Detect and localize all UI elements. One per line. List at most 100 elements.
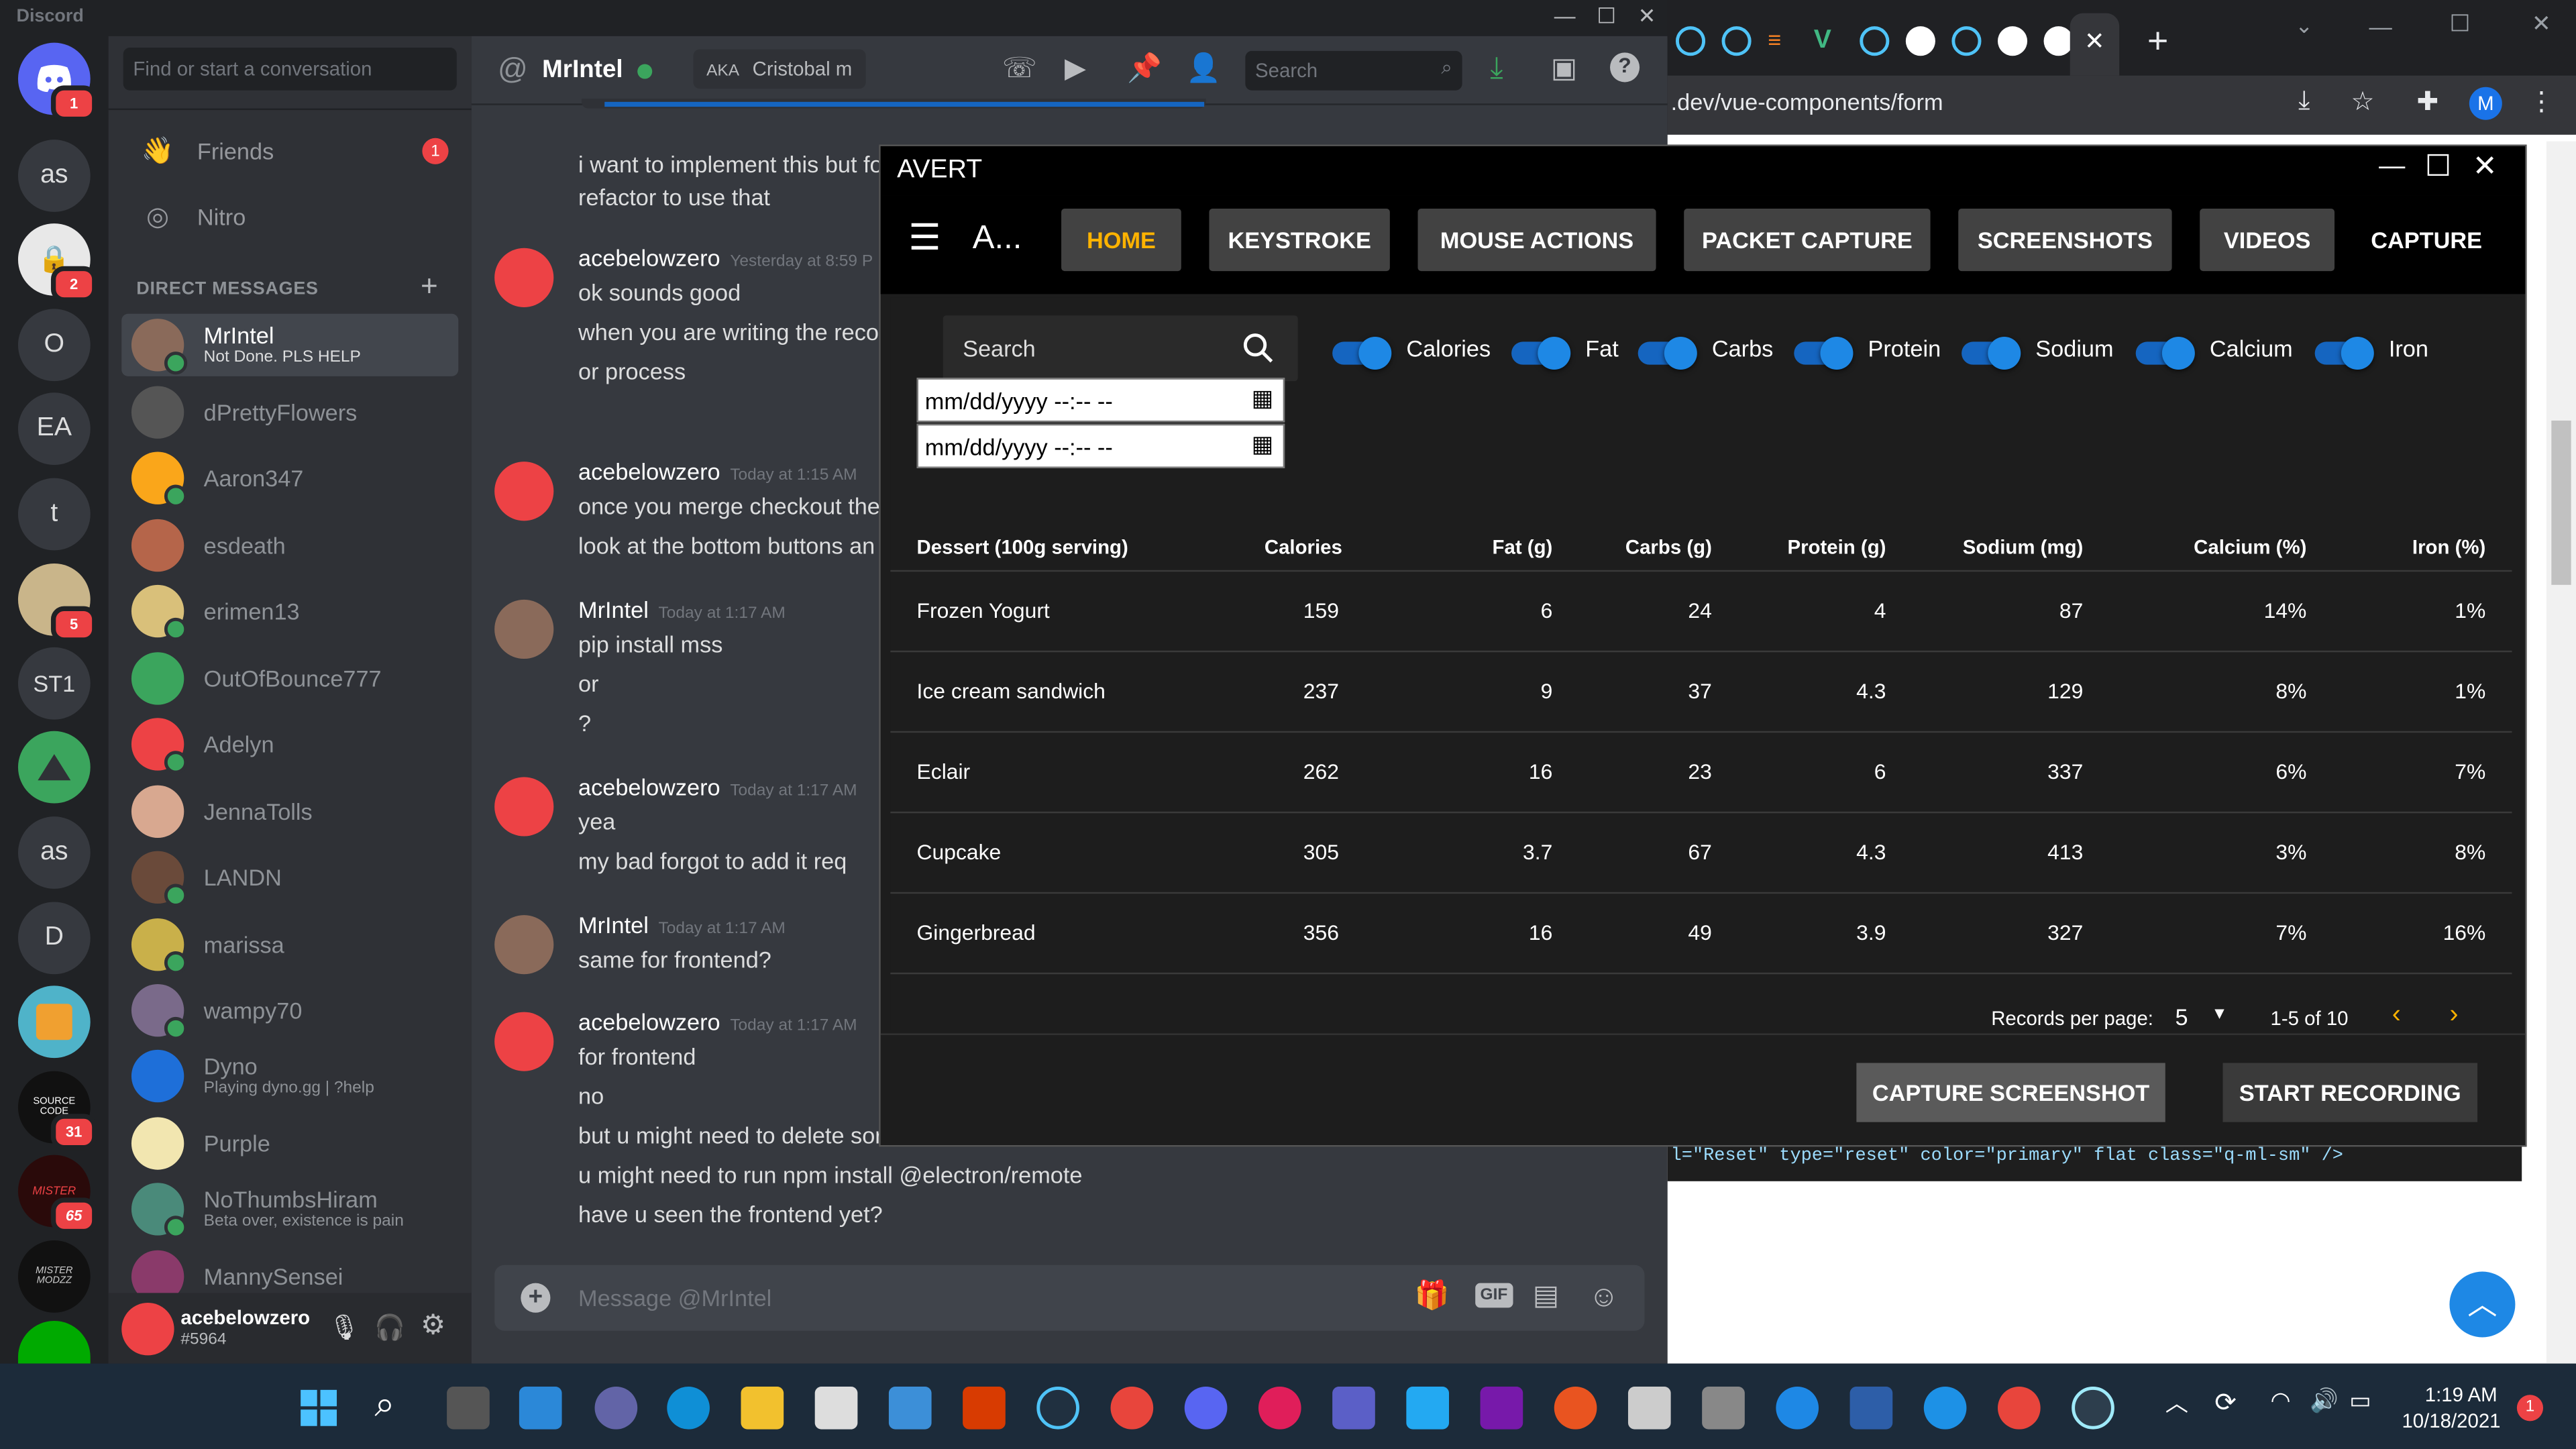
tab-videos[interactable]: VIDEOS (2200, 209, 2335, 272)
maximize-icon[interactable]: ☐ (1597, 3, 1616, 30)
volume-icon[interactable]: 🔊 (2310, 1387, 2339, 1415)
server-icon[interactable]: 🔒 2 (17, 223, 97, 303)
message-input[interactable]: + Message @MrIntel 🎁 GIF ▤ ☺ (494, 1265, 1645, 1331)
column-header[interactable]: Calcium (%) (2126, 535, 2306, 558)
wifi-icon[interactable]: ◠ (2271, 1387, 2291, 1415)
server-icon[interactable]: EA (17, 392, 91, 466)
friends-nav[interactable]: 👋 Friends 1 (121, 121, 458, 180)
office-icon[interactable] (963, 1386, 1006, 1430)
table-row[interactable]: Cupcake 305 3.7 67 4.3 413 3% 8% (890, 811, 2512, 892)
close-icon[interactable]: ✕ (2532, 10, 2551, 38)
slack-icon[interactable] (1258, 1386, 1301, 1430)
table-row[interactable]: Ice cream sandwich 237 9 37 4.3 129 8% 1… (890, 650, 2512, 731)
column-header[interactable]: Fat (g) (1433, 535, 1553, 558)
minimize-icon[interactable]: — (2379, 153, 2405, 182)
column-header[interactable]: Calories (1219, 535, 1342, 558)
tab-icons[interactable]: ≡ V (1675, 26, 2086, 59)
task-view-icon[interactable] (447, 1386, 490, 1430)
scrollbar[interactable] (2546, 141, 2576, 1364)
dm-item[interactable]: MrIntel Not Done. PLS HELP (121, 313, 459, 376)
column-header[interactable]: Protein (g) (1745, 535, 1886, 558)
extensions-icon[interactable]: ✚ (2416, 85, 2438, 118)
tab-packet-capture[interactable]: PACKET CAPTURE (1684, 209, 1931, 272)
server-icon[interactable]: as (17, 816, 91, 889)
avatar[interactable] (494, 777, 554, 837)
toggle-calcium[interactable] (2135, 337, 2195, 370)
add-attachment-icon[interactable]: + (521, 1283, 551, 1313)
server-icon[interactable]: as (17, 140, 91, 212)
add-dm-icon[interactable]: + (421, 270, 438, 304)
teams-icon[interactable] (1332, 1386, 1375, 1430)
message-author[interactable]: MrIntel (578, 912, 649, 938)
server-icon[interactable] (17, 985, 91, 1059)
headphones-icon[interactable]: 🎧 (374, 1313, 405, 1342)
pin-icon[interactable]: 📌 (1127, 52, 1162, 85)
dm-item[interactable]: Purple (121, 1112, 458, 1175)
menu-icon[interactable]: ⋮ (2528, 85, 2555, 118)
dm-item[interactable]: erimen13 (121, 580, 458, 642)
inbox-icon[interactable]: ▣ (1551, 52, 1577, 85)
nitro-nav[interactable]: ◎ Nitro (121, 187, 458, 246)
maps-icon[interactable] (1776, 1386, 1819, 1430)
close-tab-icon[interactable]: ✕ (2070, 13, 2120, 76)
dm-item[interactable]: esdeath (121, 515, 458, 577)
dm-item[interactable]: NoThumbsHiram Beta over, existence is pai… (121, 1178, 458, 1240)
app-icon[interactable] (1702, 1386, 1745, 1430)
server-icon[interactable]: SOURCE CODE 31 (17, 1071, 97, 1150)
app-icon[interactable] (1036, 1386, 1079, 1430)
store-icon[interactable] (814, 1386, 858, 1430)
dm-item[interactable]: OutOfBounce777 (121, 647, 458, 710)
video-icon[interactable]: ▶ (1065, 52, 1086, 85)
column-header[interactable]: Iron (%) (2353, 535, 2485, 558)
capture-screenshot-button[interactable]: CAPTURE SCREENSHOT (1856, 1063, 2165, 1122)
end-date-input[interactable]: mm/dd/yyyy --:-- -- ▦ (916, 423, 1285, 468)
dm-item[interactable]: Adelyn (121, 713, 458, 775)
chevron-up-icon[interactable]: ︿ (2165, 1387, 2188, 1419)
ubuntu-icon[interactable] (1554, 1386, 1597, 1430)
hamburger-menu-icon[interactable]: ☰ (908, 217, 941, 260)
powershell-icon[interactable] (1849, 1386, 1893, 1430)
vscode-icon[interactable] (1406, 1386, 1450, 1430)
chat-search[interactable]: Search ⌕ (1245, 50, 1462, 91)
column-header[interactable]: Sodium (mg) (1909, 535, 2084, 558)
avatar[interactable] (494, 599, 554, 659)
server-icon[interactable]: O (17, 309, 91, 382)
sticker-icon[interactable]: ▤ (1533, 1280, 1559, 1313)
server-icon[interactable]: D (17, 902, 91, 975)
sync-icon[interactable]: ⟳ (2214, 1387, 2237, 1419)
url-text[interactable]: .dev/vue-components/form (1671, 89, 1943, 115)
clock-date[interactable]: 10/18/2021 (2402, 1409, 2500, 1432)
message-author[interactable]: acebelowzero (578, 245, 720, 271)
message-author[interactable]: MrIntel (578, 596, 649, 623)
message-author[interactable]: acebelowzero (578, 458, 720, 484)
table-row[interactable]: Frozen Yogurt 159 6 24 4 87 14% 1% (890, 570, 2512, 651)
emoji-icon[interactable]: ☺ (1589, 1280, 1619, 1314)
start-date-input[interactable]: mm/dd/yyyy --:-- -- ▦ (916, 378, 1285, 423)
gear-icon[interactable]: ⚙ (421, 1309, 445, 1342)
server-icon[interactable]: ST1 (17, 647, 91, 720)
search-input[interactable]: Find or start a conversation (123, 48, 457, 91)
notification-badge[interactable]: 1 (2516, 1395, 2544, 1421)
calendar-icon[interactable]: ▦ (1252, 431, 1273, 459)
server-icon[interactable]: 5 (17, 564, 97, 643)
maximize-icon[interactable]: ☐ (2425, 150, 2452, 184)
help-icon[interactable]: ? (1610, 52, 1640, 83)
avatar[interactable] (494, 915, 554, 975)
toggle-protein[interactable] (1794, 337, 1854, 370)
widgets-icon[interactable] (519, 1386, 562, 1430)
calendar-icon[interactable]: ▦ (1252, 384, 1273, 413)
column-header[interactable]: Carbs (g) (1580, 535, 1712, 558)
star-icon[interactable]: ☆ (2351, 85, 2375, 118)
server-icon[interactable] (17, 731, 91, 804)
toggle-sodium[interactable] (1962, 337, 2021, 370)
dm-item[interactable]: JennaTolls (121, 780, 458, 843)
windows-start-icon[interactable] (301, 1389, 337, 1426)
search-input[interactable]: Search (943, 315, 1298, 382)
tab-screenshots[interactable]: SCREENSHOTS (1958, 209, 2172, 272)
microphone-icon[interactable]: 🎙 (329, 1313, 360, 1342)
new-tab-icon[interactable]: + (2147, 19, 2168, 62)
column-header[interactable]: Dessert (100g serving) (917, 535, 1128, 558)
discord-icon[interactable] (1184, 1386, 1228, 1430)
tab-mouse-actions[interactable]: MOUSE ACTIONS (1417, 209, 1656, 272)
chrome-icon[interactable] (1110, 1386, 1154, 1430)
